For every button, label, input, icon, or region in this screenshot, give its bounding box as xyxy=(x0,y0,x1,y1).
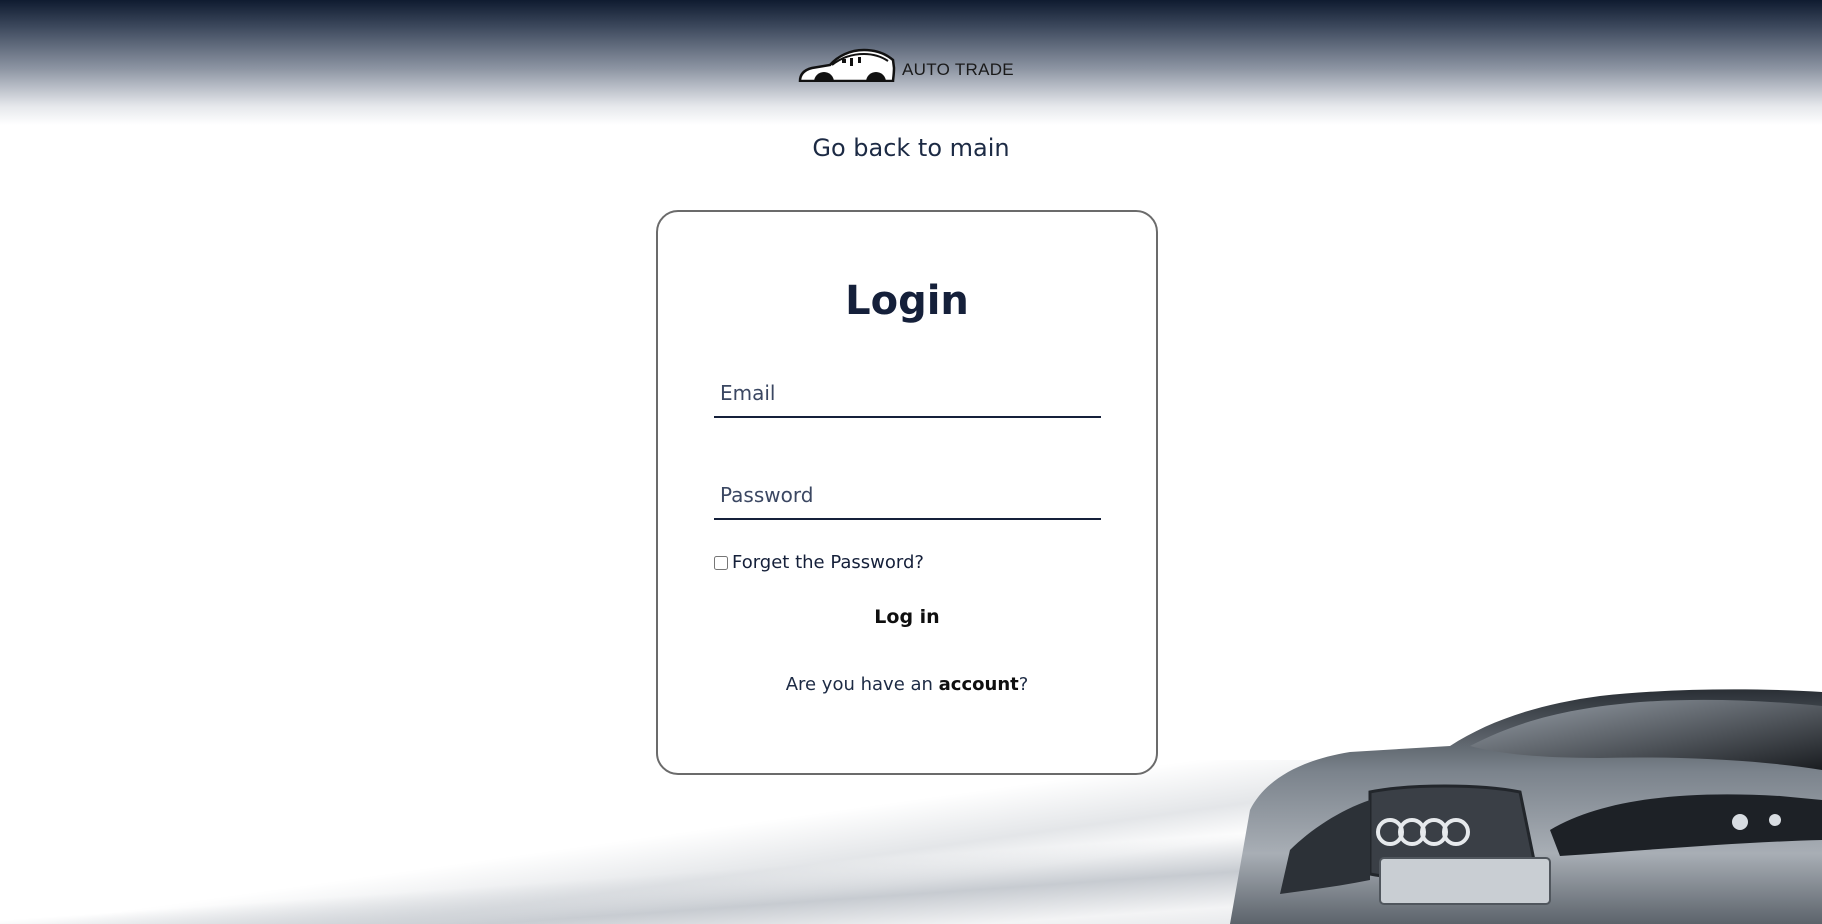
hero-car-image xyxy=(1230,689,1822,924)
signup-prefix: Are you have an xyxy=(785,674,939,695)
login-button[interactable]: Log in xyxy=(658,606,1156,628)
email-field[interactable] xyxy=(714,370,1101,418)
signup-suffix: ? xyxy=(1018,674,1029,695)
login-card: Login Forget the Password? Log in Are yo… xyxy=(656,210,1158,775)
forgot-password-option[interactable]: Forget the Password? xyxy=(714,552,924,573)
brand-logo[interactable]: AUTO TRADE xyxy=(798,40,1014,82)
back-to-main-link[interactable]: Go back to main xyxy=(0,134,1822,162)
page-title: Login xyxy=(845,278,969,324)
signup-prompt: Are you have an account? xyxy=(658,674,1156,695)
password-field[interactable] xyxy=(714,472,1101,520)
car-silhouette-icon xyxy=(798,48,896,82)
forgot-password-checkbox[interactable] xyxy=(714,555,728,570)
brand-name: AUTO TRADE xyxy=(902,60,1014,79)
forgot-password-label: Forget the Password? xyxy=(732,552,924,573)
account-link[interactable]: account xyxy=(939,674,1019,695)
login-page: AUTO TRADE Go back to main Login Forget … xyxy=(0,0,1822,924)
